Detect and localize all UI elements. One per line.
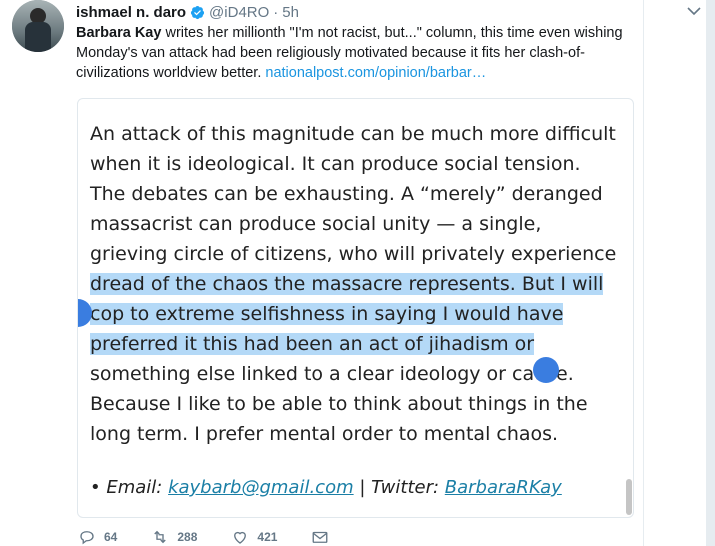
- reply-count: 64: [104, 530, 118, 544]
- reply-button[interactable]: 64: [78, 528, 117, 546]
- quote-line-selected: cop to extreme selfishness in saying I w…: [90, 299, 620, 329]
- heart-icon: [234, 531, 247, 544]
- quoted-article-text: An attack of this magnitude can be much …: [90, 119, 620, 449]
- avatar[interactable]: [12, 0, 64, 52]
- quote-line: massacrist can produce social unity — a …: [90, 213, 542, 235]
- quote-line: The debates can be exhausting. A “merely…: [90, 183, 603, 205]
- quote-line: when it is ideological. It can produce s…: [90, 153, 581, 175]
- page-scrollbar-track[interactable]: [706, 0, 715, 546]
- envelope-icon: [312, 531, 328, 543]
- quote-line-selected: dread of the chaos the massacre represen…: [90, 269, 620, 299]
- retweet-icon: [154, 530, 167, 544]
- retweet-count: 288: [177, 530, 198, 544]
- tweet-header: ishmael n. daro @iD4RO · 5h: [76, 2, 299, 22]
- timestamp[interactable]: 5h: [282, 4, 299, 21]
- tweet[interactable]: ishmael n. daro @iD4RO · 5h Barbara Kay …: [0, 0, 715, 546]
- text-selection: dread of the chaos the massacre represen…: [90, 273, 604, 295]
- direct-message-button[interactable]: [311, 528, 337, 546]
- like-count: 421: [257, 530, 278, 544]
- quote-line: Because I like to be able to think about…: [90, 393, 588, 415]
- quote-line: long term. I prefer mental order to ment…: [90, 423, 559, 445]
- footer-separator: | Twitter:: [353, 477, 445, 498]
- retweet-button[interactable]: 288: [151, 528, 197, 546]
- display-name[interactable]: ishmael n. daro: [76, 4, 186, 21]
- tweet-actions: 64 288 421: [78, 528, 371, 546]
- tweet-link[interactable]: nationalpost.com/opinion/barbar…: [265, 65, 486, 81]
- article-footer: • Email: kaybarb@gmail.com | Twitter: Ba…: [90, 477, 562, 498]
- avatar-body: [25, 22, 51, 52]
- selection-end-handle[interactable]: [533, 357, 559, 383]
- verified-badge-icon: [190, 5, 205, 20]
- twitter-link[interactable]: BarbaraRKay: [445, 477, 562, 498]
- chevron-down-icon[interactable]: [686, 5, 702, 17]
- text-selection: preferred it this had been an act of jih…: [90, 333, 535, 355]
- reply-icon: [80, 531, 94, 545]
- user-handle[interactable]: @iD4RO: [209, 4, 269, 21]
- card-scrollbar[interactable]: [626, 479, 632, 515]
- separator-dot: ·: [273, 3, 279, 21]
- text-selection: cop to extreme selfishness in saying I w…: [90, 303, 564, 325]
- email-link[interactable]: kaybarb@gmail.com: [168, 477, 354, 498]
- timeline-divider: [643, 0, 644, 546]
- mentioned-name: Barbara Kay: [76, 25, 162, 41]
- quote-line: grieving circle of citizens, who will pr…: [90, 243, 617, 265]
- quote-line-selected: preferred it this had been an act of jih…: [90, 329, 620, 359]
- quote-line: An attack of this magnitude can be much …: [90, 123, 616, 145]
- like-button[interactable]: 421: [231, 528, 277, 546]
- tweet-text: Barbara Kay writes her millionth "I'm no…: [76, 23, 636, 83]
- footer-prefix: • Email:: [90, 477, 169, 498]
- quoted-image-card[interactable]: An attack of this magnitude can be much …: [77, 98, 634, 518]
